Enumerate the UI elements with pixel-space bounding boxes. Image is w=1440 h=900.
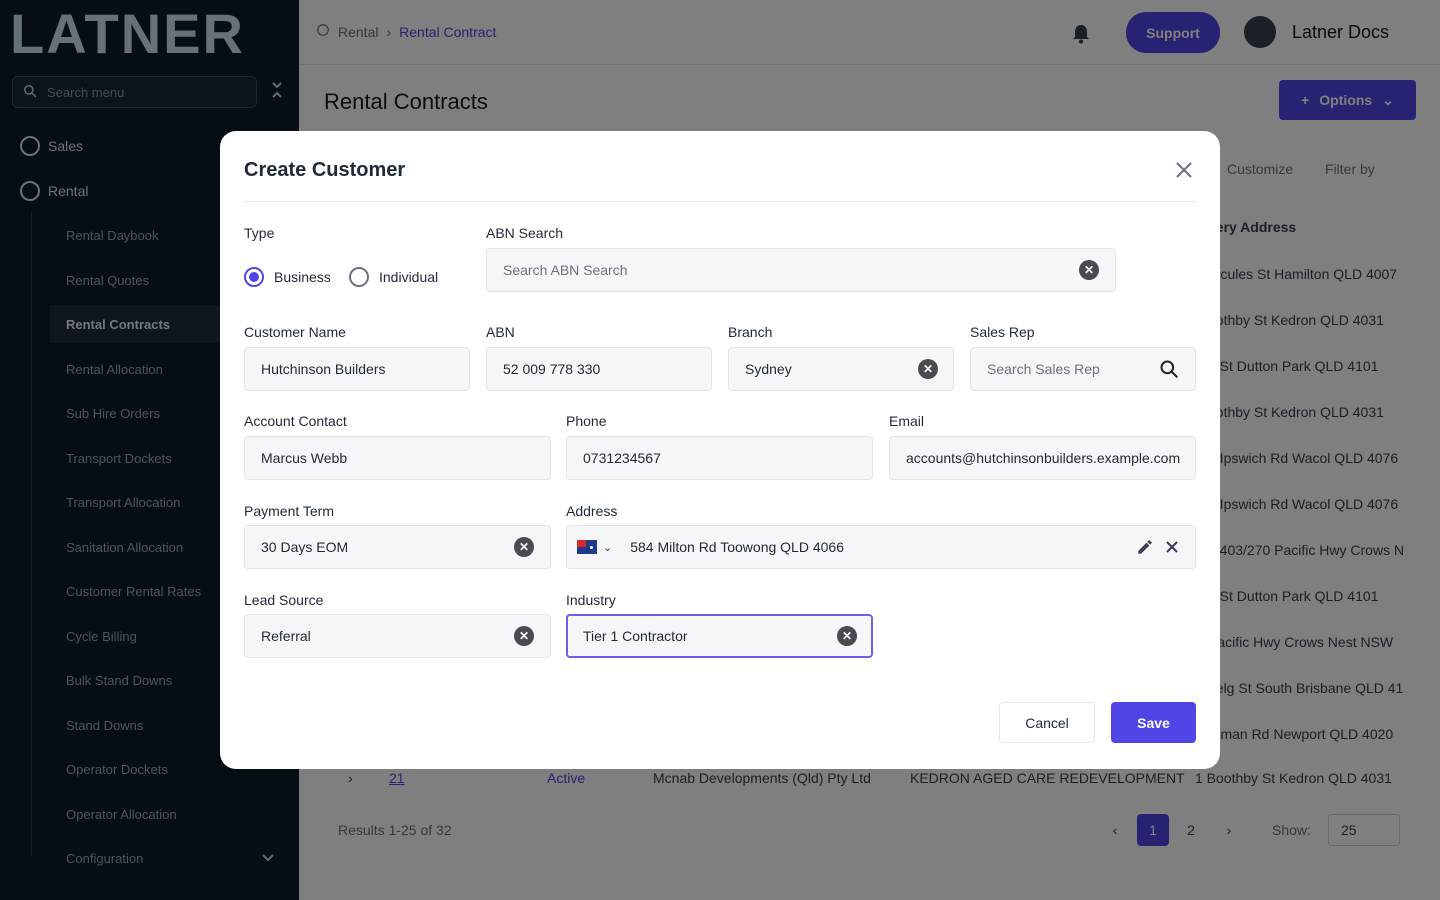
save-button[interactable]: Save [1111,702,1196,743]
abn-search-label: ABN Search [486,225,564,241]
type-radio-business[interactable]: Business [244,267,331,287]
account-contact-label: Account Contact [244,413,347,429]
edit-icon[interactable] [1136,538,1154,561]
clear-icon[interactable]: ✕ [514,626,534,646]
lead-source-select[interactable]: Referral [244,614,551,658]
industry-select[interactable]: Tier 1 Contractor [566,614,873,658]
email-label: Email [889,413,925,429]
sales-rep-label: Sales Rep [970,324,1035,340]
modal-title: Create Customer [244,159,406,181]
create-customer-modal: Create Customer Type Business Individual… [220,131,1220,769]
modal-divider [244,201,1196,202]
type-radio-individual[interactable]: Individual [349,267,438,287]
payment-term-select[interactable]: 30 Days EOM [244,525,551,569]
type-label: Type [244,225,275,241]
radio-label: Individual [379,269,439,285]
close-icon[interactable] [1172,159,1196,183]
address-input[interactable]: ⌄ 584 Milton Rd Toowong QLD 4066 [566,525,1196,569]
customer-name-label: Customer Name [244,324,346,340]
search-icon[interactable] [1159,359,1179,379]
radio-label: Business [274,269,331,285]
clear-icon[interactable]: ✕ [837,626,857,646]
industry-label: Industry [566,592,616,608]
radio-unchecked-icon [349,267,369,287]
close-icon[interactable] [1165,540,1179,559]
lead-source-label: Lead Source [244,592,324,608]
clear-icon[interactable]: ✕ [918,359,938,379]
account-contact-input[interactable]: Marcus Webb [244,436,551,480]
chevron-down-icon[interactable]: ⌄ [603,541,612,554]
radio-checked-icon [244,267,264,287]
abn-search-input[interactable]: Search ABN Search [486,248,1116,292]
phone-input[interactable]: 0731234567 [566,436,873,480]
phone-label: Phone [566,413,607,429]
abn-label: ABN [486,324,515,340]
payment-term-label: Payment Term [244,503,334,519]
cancel-button[interactable]: Cancel [999,702,1095,743]
address-value: 584 Milton Rd Toowong QLD 4066 [630,539,844,555]
email-input[interactable]: accounts@hutchinsonbuilders.example.com [889,436,1196,480]
address-label: Address [566,503,618,519]
clear-icon[interactable]: ✕ [514,537,534,557]
customer-name-input[interactable]: Hutchinson Builders [244,347,470,391]
au-flag-icon[interactable] [577,540,597,554]
clear-icon[interactable]: ✕ [1079,260,1099,280]
abn-input[interactable]: 52 009 778 330 [486,347,712,391]
branch-label: Branch [728,324,773,340]
